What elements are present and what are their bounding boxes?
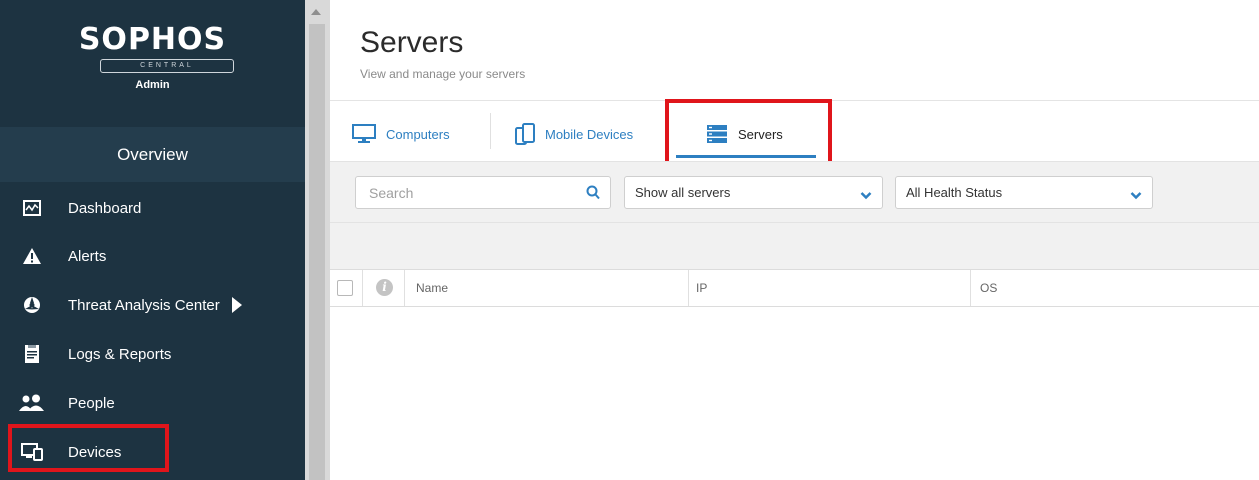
expand-arrow-icon[interactable] [231, 297, 242, 313]
select-all-checkbox[interactable] [337, 280, 353, 296]
report-icon [12, 345, 52, 363]
sidebar-item-label: Threat Analysis Center [68, 296, 220, 314]
search-input[interactable] [356, 177, 576, 208]
sidebar-item-label: People [68, 394, 115, 412]
tab-label: Mobile Devices [545, 126, 634, 142]
column-header-ip[interactable]: IP [696, 270, 707, 306]
mobile-device-icon [515, 123, 535, 145]
sidebar-item-label: Alerts [68, 247, 107, 265]
search-field[interactable] [355, 176, 611, 209]
scroll-up-arrow-icon[interactable] [311, 9, 321, 15]
chevron-down-icon [860, 188, 872, 203]
sidebar-item-people[interactable]: People [0, 381, 305, 425]
column-divider [688, 270, 689, 306]
biohazard-icon [12, 296, 52, 314]
page-subtitle: View and manage your servers [360, 67, 526, 81]
chevron-down-icon [1130, 188, 1142, 203]
servers-tab-highlight-box [665, 99, 832, 170]
monitor-icon [352, 124, 376, 144]
column-divider [362, 270, 363, 306]
scrollbar-thumb[interactable] [309, 24, 325, 480]
column-divider [404, 270, 405, 306]
health-status-select[interactable]: All Health Status [895, 176, 1153, 209]
column-divider [970, 270, 971, 306]
people-icon [12, 394, 52, 412]
toolbar-row [330, 223, 1259, 269]
info-icon[interactable]: i [376, 279, 393, 296]
sidebar-section-overview[interactable]: Overview [0, 127, 305, 182]
tab-mobile-devices[interactable]: Mobile Devices [515, 110, 633, 158]
search-icon[interactable] [586, 185, 600, 205]
sidebar-item-label: Logs & Reports [68, 345, 172, 363]
sophos-central-logo[interactable]: SOPHOS CENTRAL Admin [0, 0, 305, 125]
brand-name: SOPHOS [78, 22, 227, 57]
sidebar-item-dashboard[interactable]: Dashboard [0, 186, 305, 230]
table-header: i Name IP OS [330, 269, 1259, 307]
server-filter-select[interactable]: Show all servers [624, 176, 883, 209]
column-header-os[interactable]: OS [980, 270, 997, 306]
main-content: Servers View and manage your servers Com… [330, 0, 1259, 480]
devices-highlight-box [8, 424, 169, 472]
sidebar-item-label: Dashboard [68, 199, 142, 217]
sidebar: SOPHOS CENTRAL Admin Overview Dashboard … [0, 0, 305, 480]
sidebar-item-threat-analysis-center[interactable]: Threat Analysis Center [0, 283, 305, 327]
tab-computers[interactable]: Computers [352, 110, 450, 158]
warning-icon [12, 247, 52, 265]
role-label: Admin [135, 79, 170, 91]
server-filter-value: Show all servers [635, 185, 731, 200]
health-filter-value: All Health Status [906, 185, 1003, 200]
tab-divider [490, 113, 491, 149]
sidebar-item-logs-reports[interactable]: Logs & Reports [0, 332, 305, 376]
product-name: CENTRAL [100, 59, 234, 73]
tab-label: Computers [386, 126, 450, 142]
sidebar-item-alerts[interactable]: Alerts [0, 234, 305, 278]
page-title: Servers [360, 26, 464, 59]
column-header-name[interactable]: Name [416, 270, 448, 306]
dashboard-icon [12, 200, 52, 216]
